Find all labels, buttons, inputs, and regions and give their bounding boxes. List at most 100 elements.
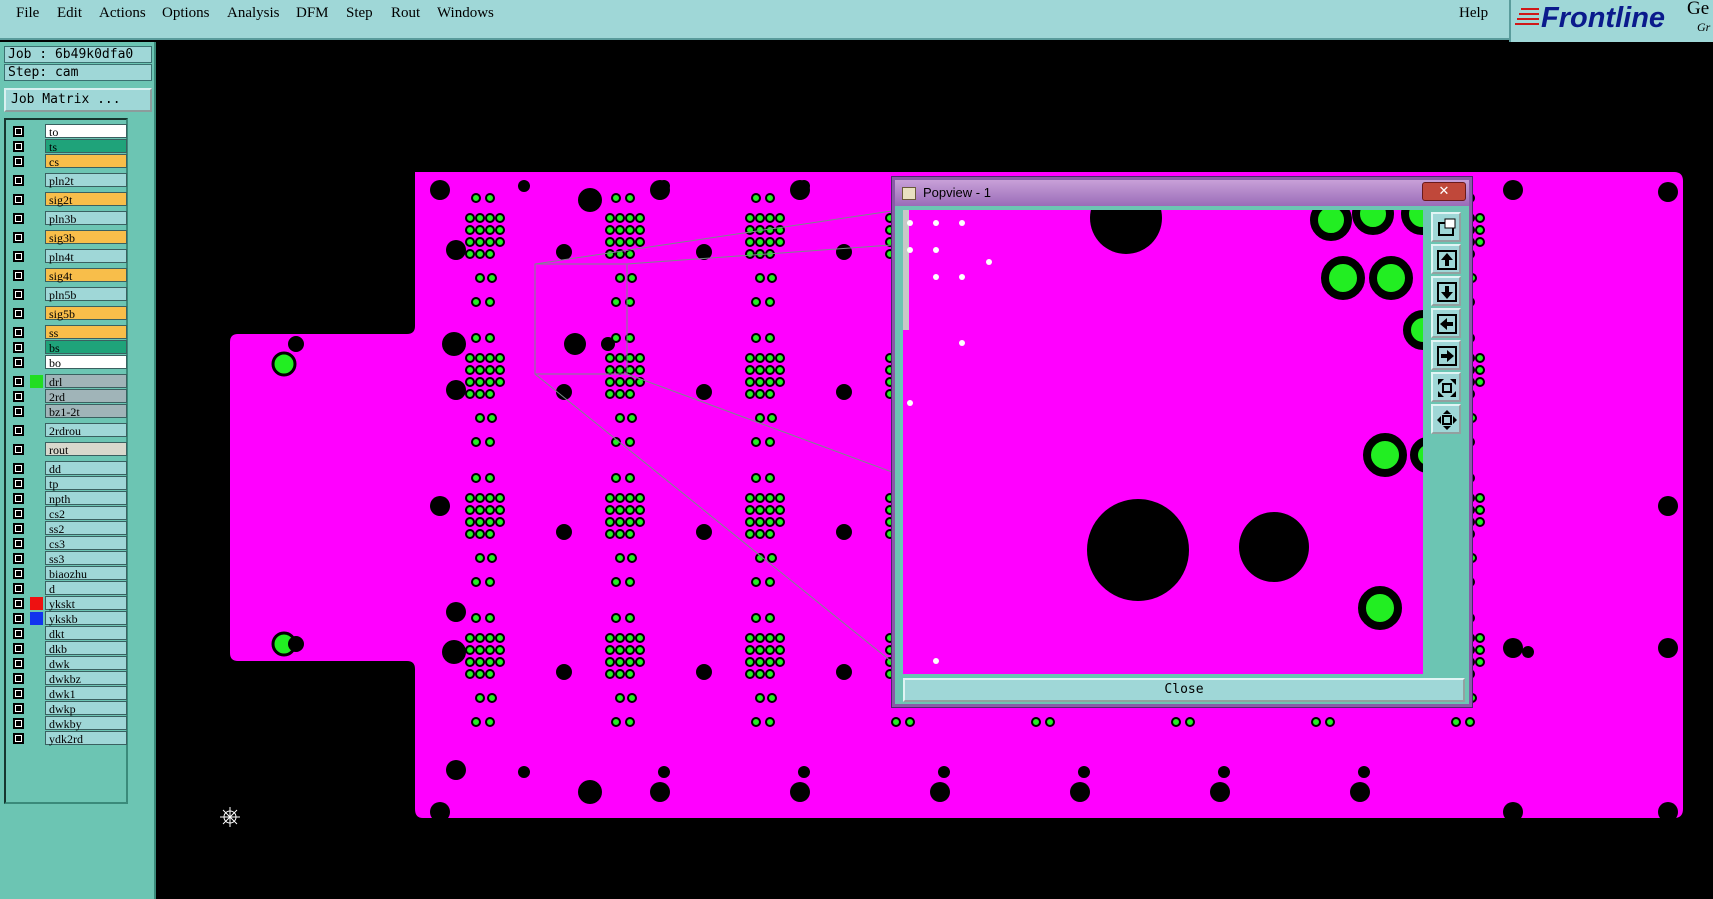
layer-row-dwk1[interactable]: dwk1 <box>8 686 127 701</box>
layer-name[interactable]: sig2t <box>45 192 127 207</box>
layer-name[interactable]: ss <box>45 325 127 340</box>
layer-row-rout[interactable]: rout <box>8 442 127 457</box>
popview-titlebar[interactable]: Popview - 1 ✕ <box>895 180 1469 206</box>
menu-dfm[interactable]: DFM <box>296 5 329 22</box>
menu-options[interactable]: Options <box>162 5 210 22</box>
layer-checkbox[interactable] <box>13 718 24 729</box>
layer-checkbox[interactable] <box>13 406 24 417</box>
layer-name[interactable]: sig3b <box>45 230 127 245</box>
pan-down-icon[interactable] <box>1431 276 1461 306</box>
layer-name[interactable]: sig4t <box>45 268 127 283</box>
layer-row-drl[interactable]: drl <box>8 374 127 389</box>
layer-name[interactable]: dwkby <box>45 716 127 731</box>
job-matrix-button[interactable]: Job Matrix ... <box>4 88 152 112</box>
pan-left-icon[interactable] <box>1431 308 1461 338</box>
layer-name[interactable]: 2rdrou <box>45 423 127 438</box>
menu-windows[interactable]: Windows <box>437 5 494 22</box>
layer-row-sig5b[interactable]: sig5b <box>8 306 127 321</box>
layer-row-pln3b[interactable]: pln3b <box>8 211 127 226</box>
layer-row-pln2t[interactable]: pln2t <box>8 173 127 188</box>
zoom-window-icon[interactable] <box>1431 212 1461 242</box>
pan-up-icon[interactable] <box>1431 244 1461 274</box>
layer-name[interactable]: pln3b <box>45 211 127 226</box>
layer-row-bs[interactable]: bs <box>8 340 127 355</box>
layer-row-bo[interactable]: bo <box>8 355 127 370</box>
layer-name[interactable]: bz1-2t <box>45 404 127 419</box>
layer-name[interactable]: cs3 <box>45 536 127 551</box>
layer-name[interactable]: pln2t <box>45 173 127 188</box>
layer-row-dwk[interactable]: dwk <box>8 656 127 671</box>
menu-analysis[interactable]: Analysis <box>227 5 280 22</box>
menu-help[interactable]: Help <box>1459 5 1488 22</box>
layer-name[interactable]: dd <box>45 461 127 476</box>
layer-checkbox[interactable] <box>13 568 24 579</box>
layer-row-sig3b[interactable]: sig3b <box>8 230 127 245</box>
menu-actions[interactable]: Actions <box>99 5 146 22</box>
layer-checkbox[interactable] <box>13 156 24 167</box>
layer-checkbox[interactable] <box>13 673 24 684</box>
layer-name[interactable]: biaozhu <box>45 566 127 581</box>
layer-checkbox[interactable] <box>13 270 24 281</box>
layer-name[interactable]: d <box>45 581 127 596</box>
layer-list[interactable]: to ts cs pln2t sig2t pln3b sig3b pln4t sig4t pln5… <box>4 118 128 804</box>
layer-name[interactable]: ss3 <box>45 551 127 566</box>
window-close-icon[interactable]: ✕ <box>1422 182 1466 201</box>
layer-checkbox[interactable] <box>13 598 24 609</box>
layer-name[interactable]: dwkp <box>45 701 127 716</box>
layer-name[interactable]: tp <box>45 476 127 491</box>
layer-name[interactable]: dwk <box>45 656 127 671</box>
layer-name[interactable]: cs2 <box>45 506 127 521</box>
layer-checkbox[interactable] <box>13 613 24 624</box>
layer-checkbox[interactable] <box>13 444 24 455</box>
zoom-home-icon[interactable] <box>1431 372 1461 402</box>
layer-name[interactable]: ykskb <box>45 611 127 626</box>
layer-checkbox[interactable] <box>13 126 24 137</box>
layer-checkbox[interactable] <box>13 688 24 699</box>
layer-row-sig2t[interactable]: sig2t <box>8 192 127 207</box>
layer-row-ts[interactable]: ts <box>8 139 127 154</box>
layer-name[interactable]: dkt <box>45 626 127 641</box>
layer-name[interactable]: dwk1 <box>45 686 127 701</box>
menu-edit[interactable]: Edit <box>57 5 82 22</box>
layer-name[interactable]: bo <box>45 355 127 370</box>
layer-checkbox[interactable] <box>13 251 24 262</box>
layer-name[interactable]: ydk2rd <box>45 731 127 746</box>
layer-name[interactable]: cs <box>45 154 127 169</box>
layer-name[interactable]: rout <box>45 442 127 457</box>
layer-row-biaozhu[interactable]: biaozhu <box>8 566 127 581</box>
layer-name[interactable]: ykskt <box>45 596 127 611</box>
pan-right-icon[interactable] <box>1431 340 1461 370</box>
layer-checkbox[interactable] <box>13 658 24 669</box>
layer-row-ydk2rd[interactable]: ydk2rd <box>8 731 127 746</box>
layer-checkbox[interactable] <box>13 425 24 436</box>
layer-name[interactable]: pln5b <box>45 287 127 302</box>
layer-checkbox[interactable] <box>13 733 24 744</box>
layer-checkbox[interactable] <box>13 175 24 186</box>
layer-name[interactable]: 2rd <box>45 389 127 404</box>
layer-checkbox[interactable] <box>13 357 24 368</box>
popview-zoom-canvas[interactable] <box>903 210 1423 674</box>
layer-row-cs3[interactable]: cs3 <box>8 536 127 551</box>
layer-checkbox[interactable] <box>13 463 24 474</box>
layer-checkbox[interactable] <box>13 376 24 387</box>
fit-all-icon[interactable] <box>1431 404 1461 434</box>
layer-row-sig4t[interactable]: sig4t <box>8 268 127 283</box>
layer-row-ss[interactable]: ss <box>8 325 127 340</box>
layer-row-dkb[interactable]: dkb <box>8 641 127 656</box>
layer-checkbox[interactable] <box>13 538 24 549</box>
layer-checkbox[interactable] <box>13 628 24 639</box>
layer-checkbox[interactable] <box>13 213 24 224</box>
layer-name[interactable]: dkb <box>45 641 127 656</box>
layer-checkbox[interactable] <box>13 308 24 319</box>
popview-window[interactable]: Popview - 1 ✕ Close <box>892 177 1472 707</box>
layer-row-to[interactable]: to <box>8 124 127 139</box>
layer-checkbox[interactable] <box>13 553 24 564</box>
layer-name[interactable]: to <box>45 124 127 139</box>
layer-row-bz1-2t[interactable]: bz1-2t <box>8 404 127 419</box>
layer-name[interactable]: pln4t <box>45 249 127 264</box>
layer-name[interactable]: dwkbz <box>45 671 127 686</box>
layer-row-dd[interactable]: dd <box>8 461 127 476</box>
layer-name[interactable]: ts <box>45 139 127 154</box>
layer-row-pln4t[interactable]: pln4t <box>8 249 127 264</box>
layer-name[interactable]: sig5b <box>45 306 127 321</box>
